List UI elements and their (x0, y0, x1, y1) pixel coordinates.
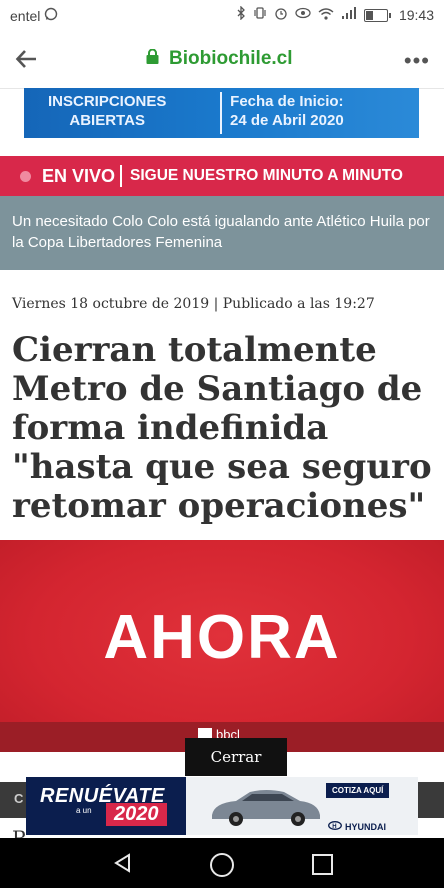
banner-right-text: Fecha de Inicio: 24 de Abril 2020 (230, 92, 344, 130)
system-nav-bar (0, 838, 444, 888)
eye-icon (295, 7, 311, 23)
bottom-ad[interactable]: RENUÉVATE a un 2020 COTIZA AQUÍ H HYUNDA… (26, 777, 418, 835)
bluetooth-icon (236, 5, 246, 24)
car-icon (206, 785, 324, 827)
whatsapp-icon (44, 7, 58, 25)
live-bar[interactable]: EN VIVO SIGUE NUESTRO MINUTO A MINUTO (0, 156, 444, 196)
ad-year: 2020 (106, 803, 167, 826)
domain-text: Biobiochile.cl (169, 48, 293, 69)
live-text: SIGUE NUESTRO MINUTO A MINUTO (130, 167, 403, 184)
ad-cta-button[interactable]: COTIZA AQUÍ (326, 783, 390, 798)
status-bar: entel 19:43 (0, 0, 444, 32)
status-time: 19:43 (398, 7, 434, 23)
status-left: entel (10, 7, 58, 25)
close-ad-button[interactable]: Cerrar (185, 738, 287, 776)
nav-recents-icon[interactable] (312, 854, 333, 875)
top-banner-ad[interactable]: INSCRIPCIONES ABIERTAS Fecha de Inicio: … (24, 88, 419, 138)
ad-brand: H HYUNDAI (328, 821, 386, 832)
wifi-icon (318, 7, 334, 24)
banner-line1: INSCRIPCIONES (48, 93, 167, 110)
live-label: EN VIVO (42, 166, 116, 186)
nav-back-icon[interactable] (113, 853, 133, 878)
breaking-news-text: Un necesitado Colo Colo está igualando a… (12, 213, 430, 251)
live-separator (120, 165, 122, 187)
signal-icon (341, 7, 357, 23)
carrier-name: entel (10, 8, 41, 24)
caption-letter: C (14, 791, 24, 806)
url-domain[interactable]: Biobiochile.cl (146, 48, 293, 70)
svg-text:H: H (332, 824, 336, 830)
hyundai-logo-icon: H (328, 821, 342, 832)
more-options-icon[interactable]: ••• (404, 48, 430, 74)
live-dot-icon (20, 171, 31, 182)
ad-brand-text: HYUNDAI (345, 821, 387, 832)
nav-home-icon[interactable] (210, 853, 234, 877)
banner-divider (220, 92, 222, 134)
battery-icon (363, 8, 391, 22)
banner-date-label: Fecha de Inicio: (230, 93, 344, 110)
article-meta: Viernes 18 octubre de 2019 | Publicado a… (12, 296, 375, 312)
breaking-news-bar[interactable]: Un necesitado Colo Colo está igualando a… (0, 196, 444, 270)
alarm-icon (274, 6, 288, 24)
banner-line2: ABIERTAS (69, 112, 145, 129)
article-headline: Cierran totalmente Metro de Santiago de … (12, 330, 432, 526)
vibrate-icon (253, 6, 267, 24)
hero-word: AHORA (103, 603, 341, 672)
ad-sub: a un (76, 806, 92, 815)
back-arrow-icon[interactable] (14, 46, 44, 74)
browser-url-bar: Biobiochile.cl ••• (0, 32, 444, 89)
banner-date-value: 24 de Abril 2020 (230, 112, 344, 129)
banner-left-text: INSCRIPCIONES ABIERTAS (48, 92, 166, 130)
lock-icon (146, 48, 159, 70)
status-right: 19:43 (236, 5, 434, 24)
